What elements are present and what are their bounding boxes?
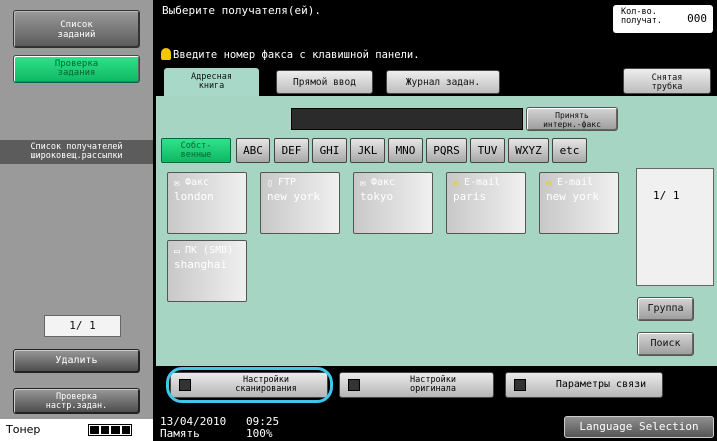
address-search-field[interactable] [291,108,523,130]
alpha-tab-jkl[interactable]: JKL [350,138,385,163]
select-recipient-message: Выберите получателя(ей). [162,4,321,17]
left-panel: Список заданий Проверка задания Список п… [0,0,153,441]
recipient-count-box: Кол-во. получат. 000 [613,5,713,33]
fax-icon: ✉ [360,178,367,189]
scan-settings-label: Настройки сканирования [235,375,297,394]
destination-entry[interactable]: ✉ Факс london [167,172,247,234]
toner-level-bar [88,424,132,436]
control-panel-screen: Список заданий Проверка задания Список п… [0,0,717,441]
communication-settings-label: Параметры связи [555,379,647,390]
alpha-tab-wxyz[interactable]: WXYZ [508,138,549,163]
destination-name: new york [267,190,320,203]
tab-address-book[interactable]: Адресная книга [164,68,259,98]
destination-name: new york [546,190,599,203]
group-button[interactable]: Группа [637,297,694,321]
search-button[interactable]: Поиск [637,332,694,356]
pc-icon: ▭ [174,246,181,257]
destination-entry[interactable]: ✉ E-mail paris [446,172,526,234]
recipient-count-label: Кол-во. получат. [621,7,662,26]
broadcast-list-button[interactable]: Список получателей широковещ.рассылки [0,140,153,164]
destination-type: E-mail [557,177,594,188]
scan-settings-button[interactable]: Настройки сканирования [170,372,328,398]
delete-button[interactable]: Удалить [13,349,140,373]
tab-direct-input[interactable]: Прямой ввод [276,70,373,94]
alpha-tab-ghi[interactable]: GHI [312,138,347,163]
destination-name: tokyo [360,190,394,203]
toner-status: Тонер [0,419,153,441]
destination-name: london [174,190,214,203]
alpha-tab-abc[interactable]: ABC [236,138,270,163]
check-job-settings-button[interactable]: Проверка настр.задан. [13,388,140,414]
alpha-tab-etc[interactable]: etc [552,138,587,163]
destination-type: ПК (SMB) [185,245,234,256]
alpha-tab-pqrs[interactable]: PQRS [426,138,467,163]
lightbulb-icon [161,48,171,60]
destination-type: Факс [371,177,396,188]
destination-name: paris [453,190,487,203]
memory-value: 100% [246,427,273,440]
main-area: Выберите получателя(ей). Кол-во. получат… [153,0,717,441]
receive-internet-fax-button[interactable]: Принять интерн.-факс [526,107,618,131]
broadcast-page-indicator: 1/ 1 [44,315,121,337]
communication-settings-button[interactable]: Параметры связи [505,372,663,398]
fax-icon: ✉ [174,178,181,189]
alpha-tab-own[interactable]: Собст- венные [161,138,231,163]
destination-entry[interactable]: ✉ Факс tokyo [353,172,433,234]
alpha-tab-tuv[interactable]: TUV [470,138,505,163]
destination-type: E-mail [464,177,501,188]
original-settings-icon [348,379,360,391]
mail-icon: ✉ [453,178,460,189]
destination-type: FTP [278,177,297,188]
destination-entry[interactable]: ▯ FTP new york [260,172,340,234]
ftp-icon: ▯ [267,178,274,189]
alpha-tab-def[interactable]: DEF [274,138,309,163]
scan-settings-icon [179,379,191,391]
recipient-count-value: 000 [687,12,707,25]
original-settings-label: Настройки оригинала [409,375,457,394]
memory-label: Память [160,427,200,440]
off-hook-button[interactable]: Снятая трубка [623,68,711,94]
communication-settings-icon [514,379,526,391]
mail-icon: ✉ [546,178,553,189]
status-bar: 13/04/2010 09:25 Память 100% Language Se… [153,413,717,441]
language-selection-button[interactable]: Language Selection [564,416,714,438]
original-settings-button[interactable]: Настройки оригинала [339,372,494,398]
job-list-button[interactable]: Список заданий [13,10,140,48]
toner-label: Тонер [6,423,41,436]
tab-job-log[interactable]: Журнал задан. [386,70,500,94]
destination-page-text: 1/ 1 [653,189,680,202]
destination-entry[interactable]: ▭ ПК (SMB) shanghai [167,240,247,302]
check-job-button[interactable]: Проверка задания [13,55,140,83]
alpha-tab-mno[interactable]: MNO [388,138,423,163]
destination-page-indicator: 1/ 1 [636,168,714,286]
destination-entry[interactable]: ✉ E-mail new york [539,172,619,234]
destination-type: Факс [185,177,210,188]
destination-name: shanghai [174,258,227,271]
address-book-panel: Принять интерн.-факс Собст- венные ABC D… [156,96,717,366]
hint-message: Введите номер факса с клавишной панели. [161,48,420,61]
